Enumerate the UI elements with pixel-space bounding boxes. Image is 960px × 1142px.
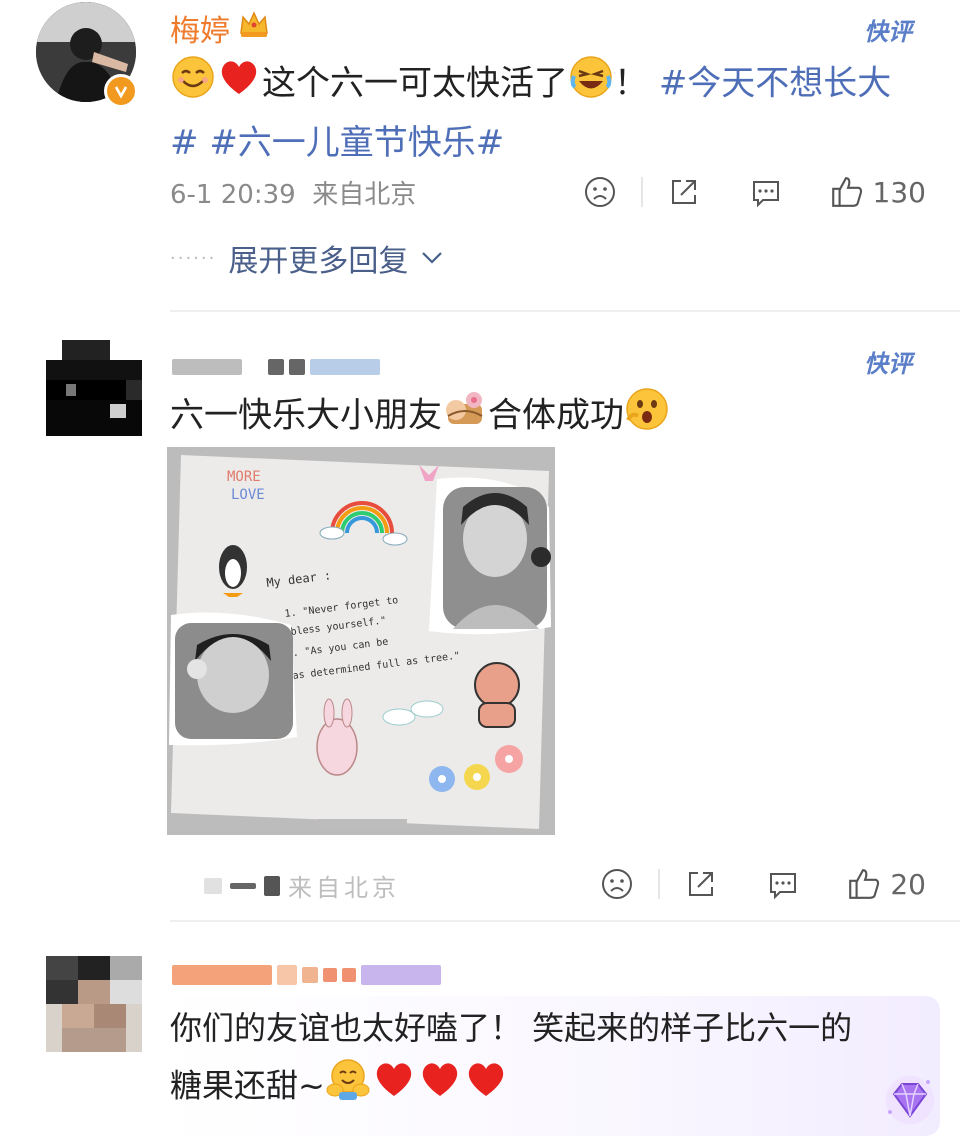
username[interactable]: 梅婷: [170, 6, 230, 50]
diamond-badge-icon: [880, 1072, 940, 1130]
like-button[interactable]: 130: [829, 174, 926, 210]
frown-icon: [584, 177, 615, 207]
comment-icon: [770, 873, 797, 900]
comment-meta: 6-1 20:39 来自北京: [170, 174, 416, 211]
source-blurred: 来自北京: [288, 874, 400, 902]
reply-button[interactable]: [725, 172, 807, 212]
like-button[interactable]: 20: [846, 866, 926, 902]
comment-icon: [752, 181, 779, 208]
heart-emoji-icon: [371, 1056, 417, 1119]
chevron-down-icon: [422, 252, 443, 264]
username-blurred[interactable]: [172, 964, 442, 985]
dislike-button[interactable]: [576, 864, 658, 904]
dislike-button[interactable]: [559, 172, 641, 212]
divider: [170, 310, 960, 312]
avatar[interactable]: [46, 340, 142, 436]
divider: [170, 920, 960, 922]
image-text-love: LOVE: [231, 487, 265, 503]
source: 来自北京: [312, 180, 417, 210]
reply-button[interactable]: [742, 864, 824, 904]
comment-text-b: 合体成功: [488, 395, 624, 436]
expand-replies[interactable]: ······ 展开更多回复: [170, 236, 444, 280]
share-button[interactable]: [643, 172, 725, 212]
meta-blurred: 来自北京: [204, 868, 400, 903]
crown-icon: [238, 9, 270, 47]
heart-emoji-icon: [417, 1056, 463, 1119]
heart-emoji-icon: [463, 1056, 509, 1119]
hug-emoji-icon: [442, 386, 488, 448]
like-count: 20: [890, 867, 926, 901]
avatar[interactable]: [46, 956, 142, 1052]
comment-2-meta: 来自北京 20: [0, 860, 960, 920]
excited-emoji-icon: [624, 386, 670, 448]
comment-text-a: 六一快乐大小朋友: [170, 395, 442, 436]
image-text-more: MORE: [227, 469, 261, 485]
action-bar: 130: [559, 172, 926, 212]
hashtag-link[interactable]: #六一儿童节快乐#: [209, 123, 504, 163]
comment-text-main: 这个六一可太快活了: [262, 63, 568, 104]
username-blurred[interactable]: [172, 356, 381, 375]
hashtag-link[interactable]: #今天不想长大: [659, 64, 892, 104]
comment-image[interactable]: MORE LOVE My dear : 1. "Never forget to …: [167, 447, 555, 835]
share-icon: [689, 872, 714, 896]
laugh-cry-emoji-icon: [568, 54, 614, 116]
heart-emoji-icon: [216, 54, 262, 116]
comment-text: 六一快乐大小朋友 合体成功: [170, 386, 870, 448]
smile-emoji-icon: [170, 54, 216, 116]
timestamp: 6-1 20:39: [170, 180, 296, 210]
comment-text-line1: 你们的友谊也太好嗑了！ 笑起来的样子比六一的: [170, 1009, 853, 1047]
comment-text-bang: ！: [614, 63, 648, 104]
quick-review-button[interactable]: 快评: [864, 12, 912, 47]
comment-text: 你们的友谊也太好嗑了！ 笑起来的样子比六一的 糖果还甜~: [170, 1000, 930, 1119]
frown-icon: [602, 869, 633, 899]
avatar-pixelated: [46, 340, 142, 436]
share-button[interactable]: [660, 864, 742, 904]
avatar-pixelated: [46, 956, 142, 1052]
share-icon: [671, 180, 696, 204]
like-count: 130: [872, 175, 926, 209]
comment-3: 你们的友谊也太好嗑了！ 笑起来的样子比六一的 糖果还甜~: [0, 930, 960, 1142]
collage-image: MORE LOVE My dear : 1. "Never forget to …: [167, 447, 555, 835]
hashtag-link[interactable]: #: [170, 123, 199, 163]
hug-face-emoji-icon: [325, 1056, 371, 1119]
quick-review-button[interactable]: 快评: [864, 344, 912, 379]
comment-text: 这个六一可太快活了 ！ #今天不想长大 # #六一儿童节快乐#: [170, 54, 930, 170]
expand-replies-label: 展开更多回复: [228, 244, 409, 279]
action-bar: 20: [576, 864, 926, 904]
comment-1: 梅婷 快评 这个六一可太快活了 ！ #今天不想长大 # #六一儿童节快乐# 6-…: [0, 0, 960, 310]
dots: ······: [170, 247, 217, 269]
thumbs-up-icon: [831, 177, 862, 207]
thumbs-up-icon: [849, 869, 880, 899]
verified-badge-icon: [104, 74, 138, 108]
comment-text-line2: 糖果还甜~: [170, 1066, 325, 1105]
